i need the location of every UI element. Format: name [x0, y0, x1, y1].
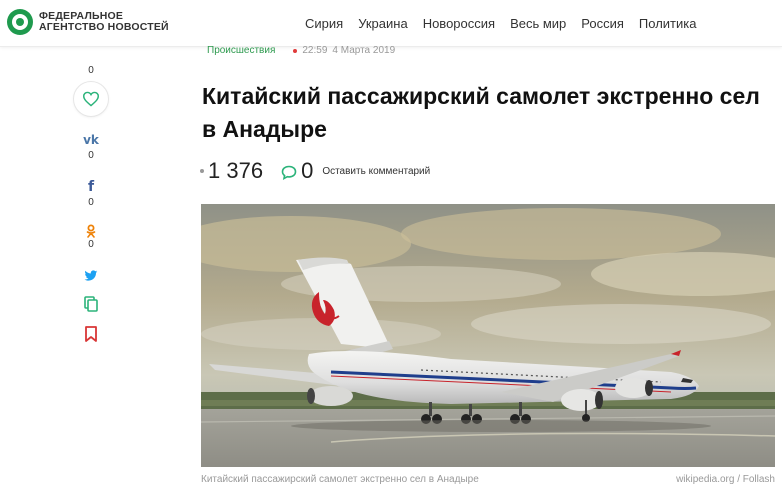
- copy-icon[interactable]: [84, 296, 98, 312]
- photo-source: wikipedia.org / Follash: [676, 474, 775, 485]
- leave-comment-link[interactable]: Оставить комментарий: [322, 166, 430, 177]
- views-count: 1 376: [208, 158, 264, 183]
- nav-item-world[interactable]: Весь мир: [510, 16, 566, 31]
- nav-item-syria[interactable]: Сирия: [305, 16, 343, 31]
- comments-count: 0: [301, 158, 314, 183]
- fb-count: 0: [88, 197, 94, 208]
- logo-text: ФЕДЕРАЛЬНОЕ АГЕНТСТВО НОВОСТЕЙ: [39, 11, 169, 33]
- photo-caption: Китайский пассажирский самолет экстренно…: [201, 474, 775, 485]
- likes-count: 0: [88, 65, 94, 76]
- top-bar: ФЕДЕРАЛЬНОЕ АГЕНТСТВО НОВОСТЕЙ Сирия Укр…: [0, 0, 782, 47]
- article-photo: [201, 204, 775, 467]
- twitter-icon[interactable]: [84, 270, 98, 282]
- main-nav: Сирия Украина Новороссия Весь мир Россия…: [305, 16, 711, 31]
- article-title: Китайский пассажирский самолет экстренно…: [202, 83, 760, 142]
- nav-item-russia[interactable]: Россия: [581, 16, 624, 31]
- rubric-link[interactable]: Происшествия: [207, 45, 275, 56]
- article-stats: 1 376 0 Оставить комментарий: [200, 158, 430, 184]
- like-button[interactable]: [73, 81, 109, 117]
- bookmark-icon[interactable]: [85, 326, 97, 342]
- vk-icon[interactable]: vk: [70, 133, 112, 147]
- article-meta: Происшествия 22:59 4 Марта 2019: [207, 45, 395, 56]
- site-logo[interactable]: ФЕДЕРАЛЬНОЕ АГЕНТСТВО НОВОСТЕЙ: [7, 9, 169, 35]
- vk-count: 0: [88, 150, 94, 161]
- odnoklassniki-icon[interactable]: [85, 224, 97, 238]
- airplane-photo: [201, 204, 775, 467]
- heart-icon: [82, 91, 100, 107]
- facebook-icon[interactable]: f: [70, 179, 112, 195]
- article-time: 22:59: [302, 45, 328, 56]
- comment-icon[interactable]: [281, 165, 297, 180]
- caption-text: Китайский пассажирский самолет экстренно…: [201, 474, 479, 485]
- share-sidebar: 0 vk 0 f 0 0: [70, 65, 112, 342]
- logo-icon: [7, 9, 33, 35]
- ok-count: 0: [88, 239, 94, 250]
- article-date: 4 Марта 2019: [332, 45, 396, 56]
- live-dot: [293, 48, 298, 53]
- nav-item-novorossiya[interactable]: Новороссия: [423, 16, 495, 31]
- nav-item-politics[interactable]: Политика: [639, 16, 697, 31]
- nav-item-ukraine[interactable]: Украина: [358, 16, 408, 31]
- views-icon: [200, 169, 204, 173]
- logo-line-2: АГЕНТСТВО НОВОСТЕЙ: [39, 21, 169, 33]
